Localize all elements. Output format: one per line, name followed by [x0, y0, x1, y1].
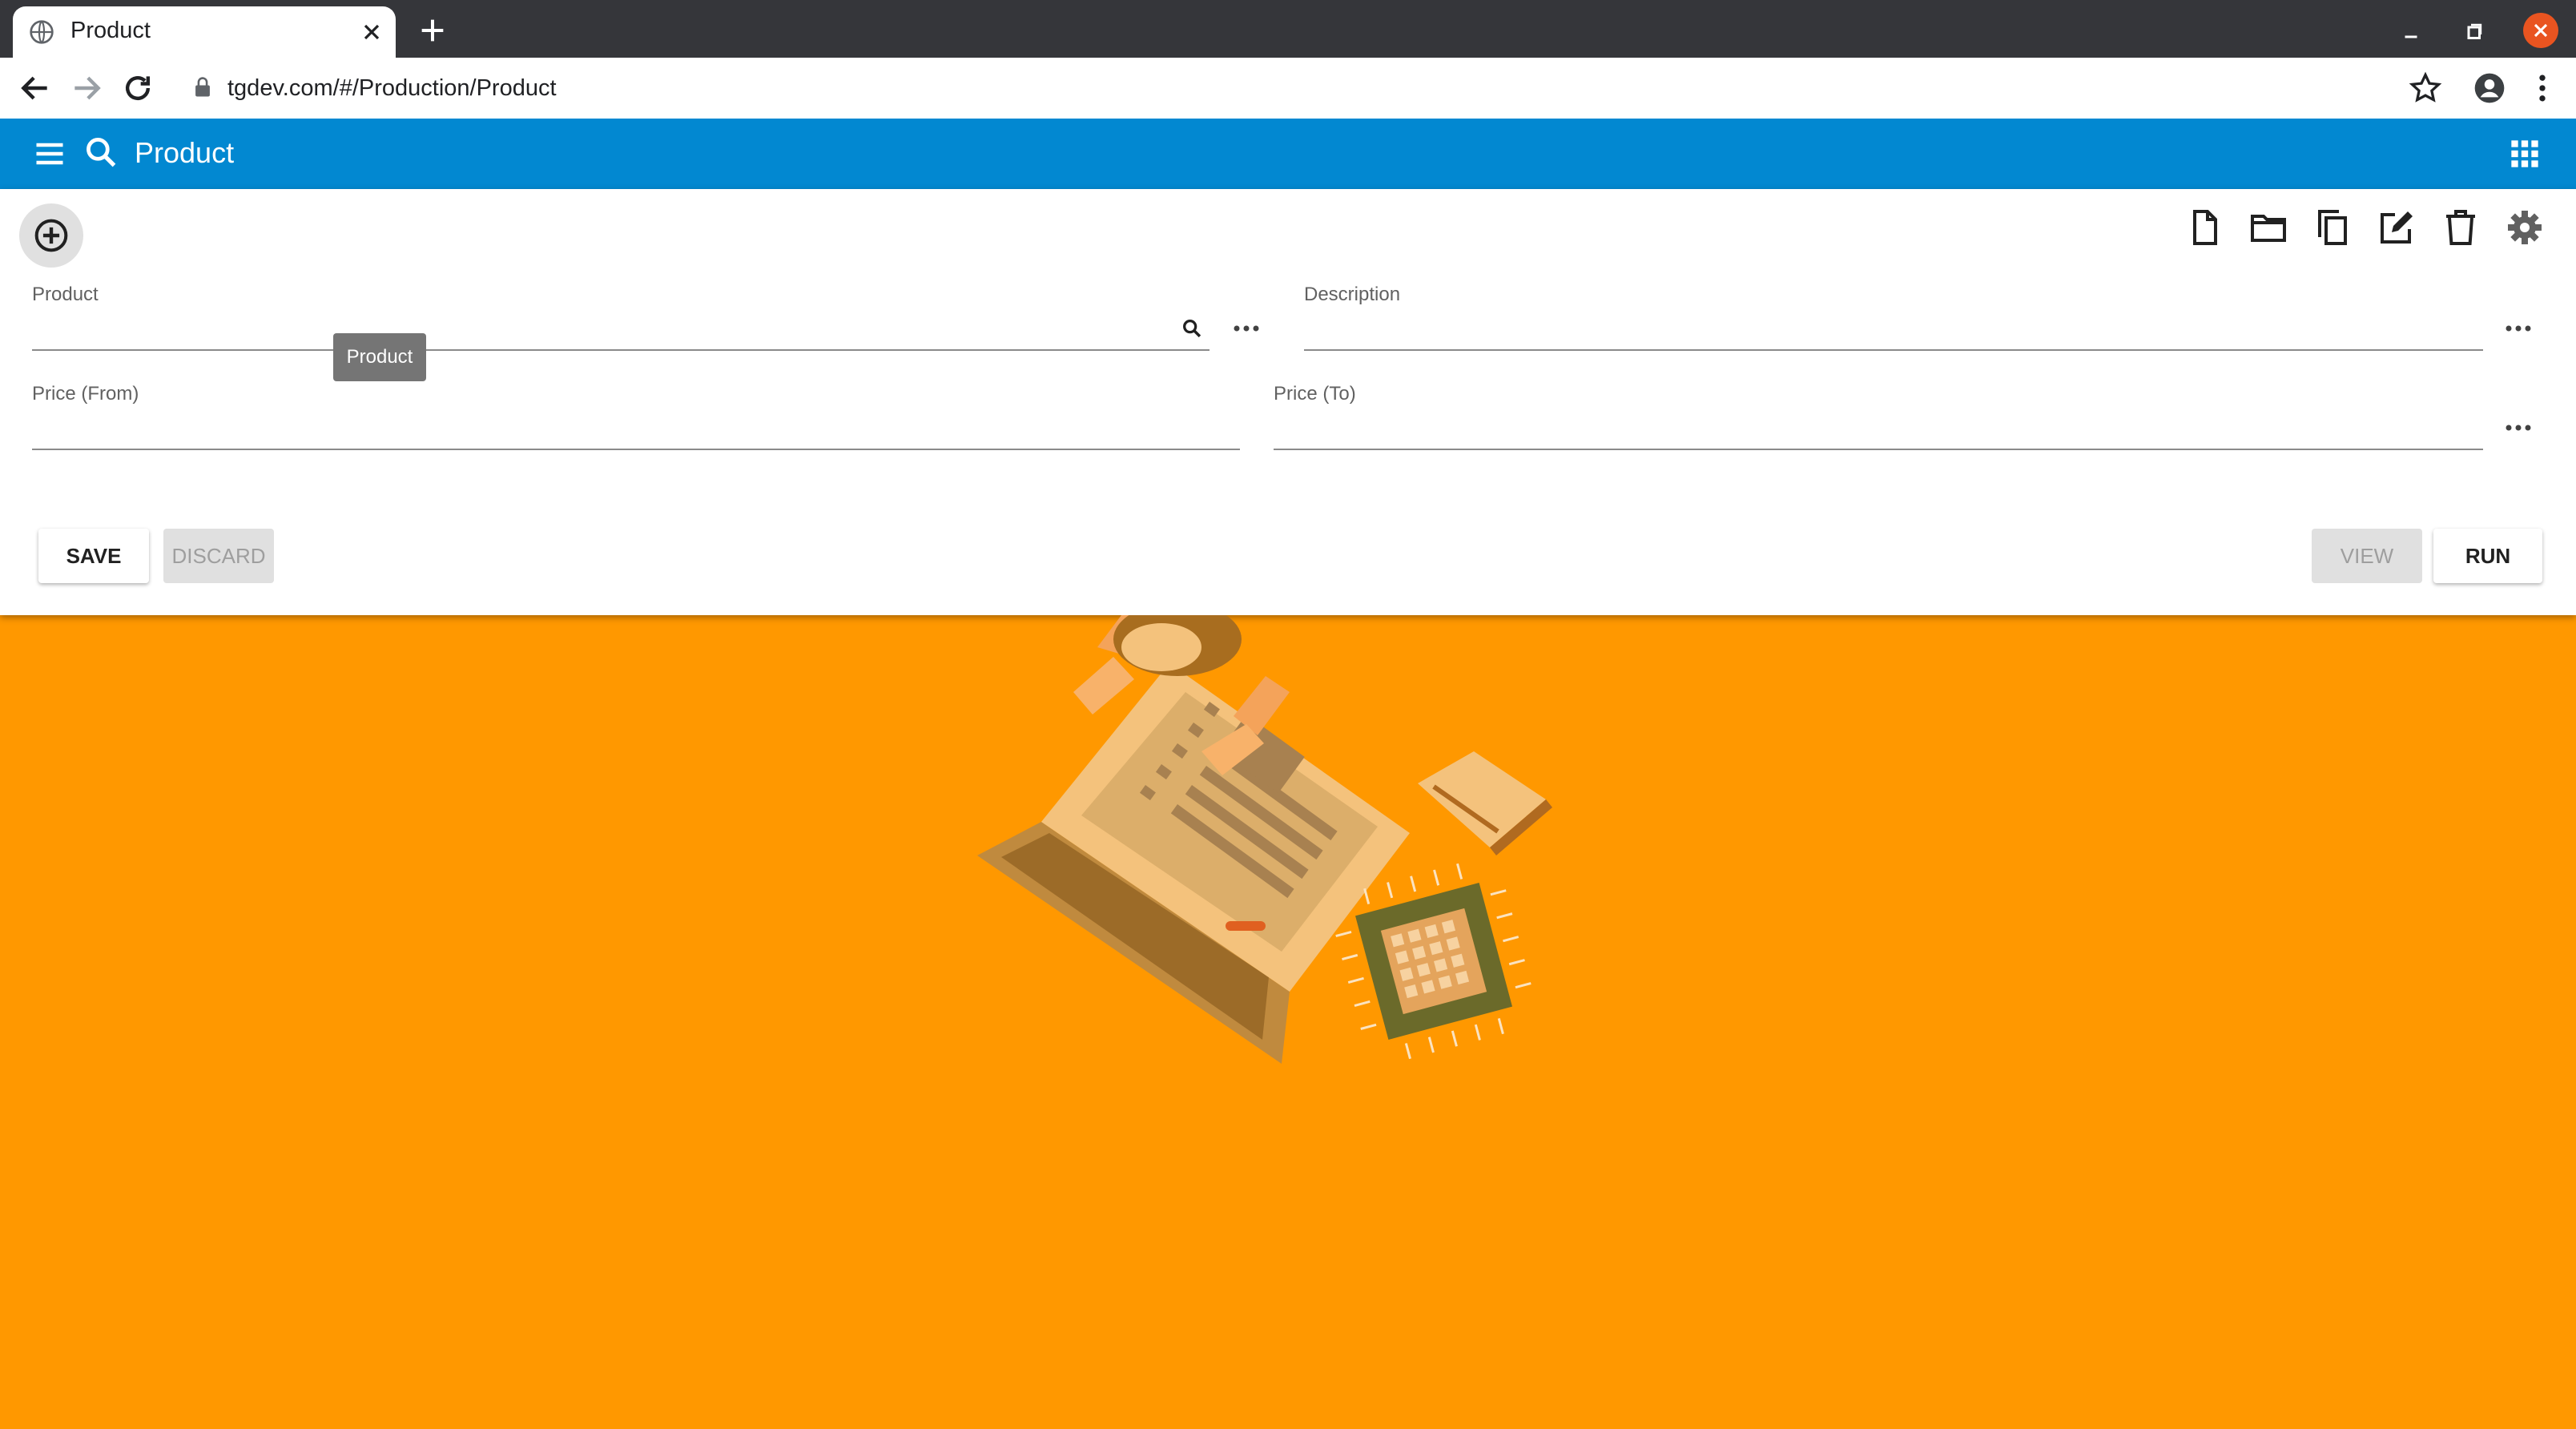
description-field-label: Description: [1304, 284, 1401, 305]
price-from-field[interactable]: [32, 449, 1240, 450]
add-circle-icon: [34, 219, 68, 252]
browser-tab-strip: Product: [0, 0, 2576, 58]
url-text: tgdev.com/#/Production/Product: [227, 75, 557, 101]
close-icon: [2534, 23, 2548, 38]
account-icon[interactable]: [2472, 70, 2507, 106]
search-icon[interactable]: [1181, 317, 1203, 340]
delete-icon[interactable]: [2441, 208, 2480, 247]
more-horiz-icon[interactable]: [2502, 421, 2534, 434]
lock-icon: [195, 77, 210, 97]
minimize-icon[interactable]: [2397, 18, 2425, 46]
page-title: Product: [135, 136, 235, 169]
browser-tab[interactable]: Product: [13, 6, 396, 58]
kebab-icon[interactable]: [2525, 70, 2560, 106]
window-close-button[interactable]: [2523, 13, 2558, 48]
product-tooltip: Product: [333, 333, 426, 381]
save-button[interactable]: SAVE: [38, 529, 149, 583]
discard-button[interactable]: DISCARD: [163, 529, 274, 583]
product-field[interactable]: [32, 349, 1210, 351]
workspace-illustration: [977, 615, 1552, 1064]
more-horiz-icon[interactable]: [1230, 322, 1262, 335]
globe-icon: [30, 20, 54, 44]
forward-arrow-icon[interactable]: [69, 70, 104, 106]
add-button[interactable]: [19, 203, 83, 268]
star-icon[interactable]: [2408, 70, 2443, 106]
restore-icon[interactable]: [2459, 18, 2488, 46]
run-button[interactable]: RUN: [2433, 529, 2542, 583]
more-horiz-icon[interactable]: [2502, 322, 2534, 335]
description-field[interactable]: [1304, 349, 2483, 351]
app-bar: Product: [0, 119, 2576, 189]
tab-title: Product: [70, 18, 151, 43]
address-bar[interactable]: tgdev.com/#/Production/Product: [176, 64, 2387, 111]
form-panel: Product Description Price (From) Price (…: [0, 189, 2576, 615]
view-button[interactable]: VIEW: [2312, 529, 2422, 583]
back-arrow-icon[interactable]: [18, 70, 53, 106]
apps-grid-icon[interactable]: [2509, 138, 2541, 170]
hamburger-icon[interactable]: [32, 136, 67, 171]
new-document-icon[interactable]: [2185, 208, 2224, 247]
open-folder-icon[interactable]: [2249, 208, 2288, 247]
reload-icon[interactable]: [120, 70, 155, 106]
product-field-label: Product: [32, 284, 99, 305]
settings-gear-icon[interactable]: [2506, 208, 2544, 247]
price-to-field[interactable]: [1274, 449, 2483, 450]
browser-toolbar: tgdev.com/#/Production/Product: [0, 58, 2576, 119]
price-from-field-label: Price (From): [32, 383, 139, 405]
plus-icon[interactable]: [417, 14, 449, 46]
close-icon[interactable]: [359, 19, 384, 45]
edit-icon[interactable]: [2377, 208, 2416, 247]
copy-icon[interactable]: [2313, 208, 2352, 247]
search-icon[interactable]: [83, 135, 119, 170]
price-to-field-label: Price (To): [1274, 383, 1356, 405]
